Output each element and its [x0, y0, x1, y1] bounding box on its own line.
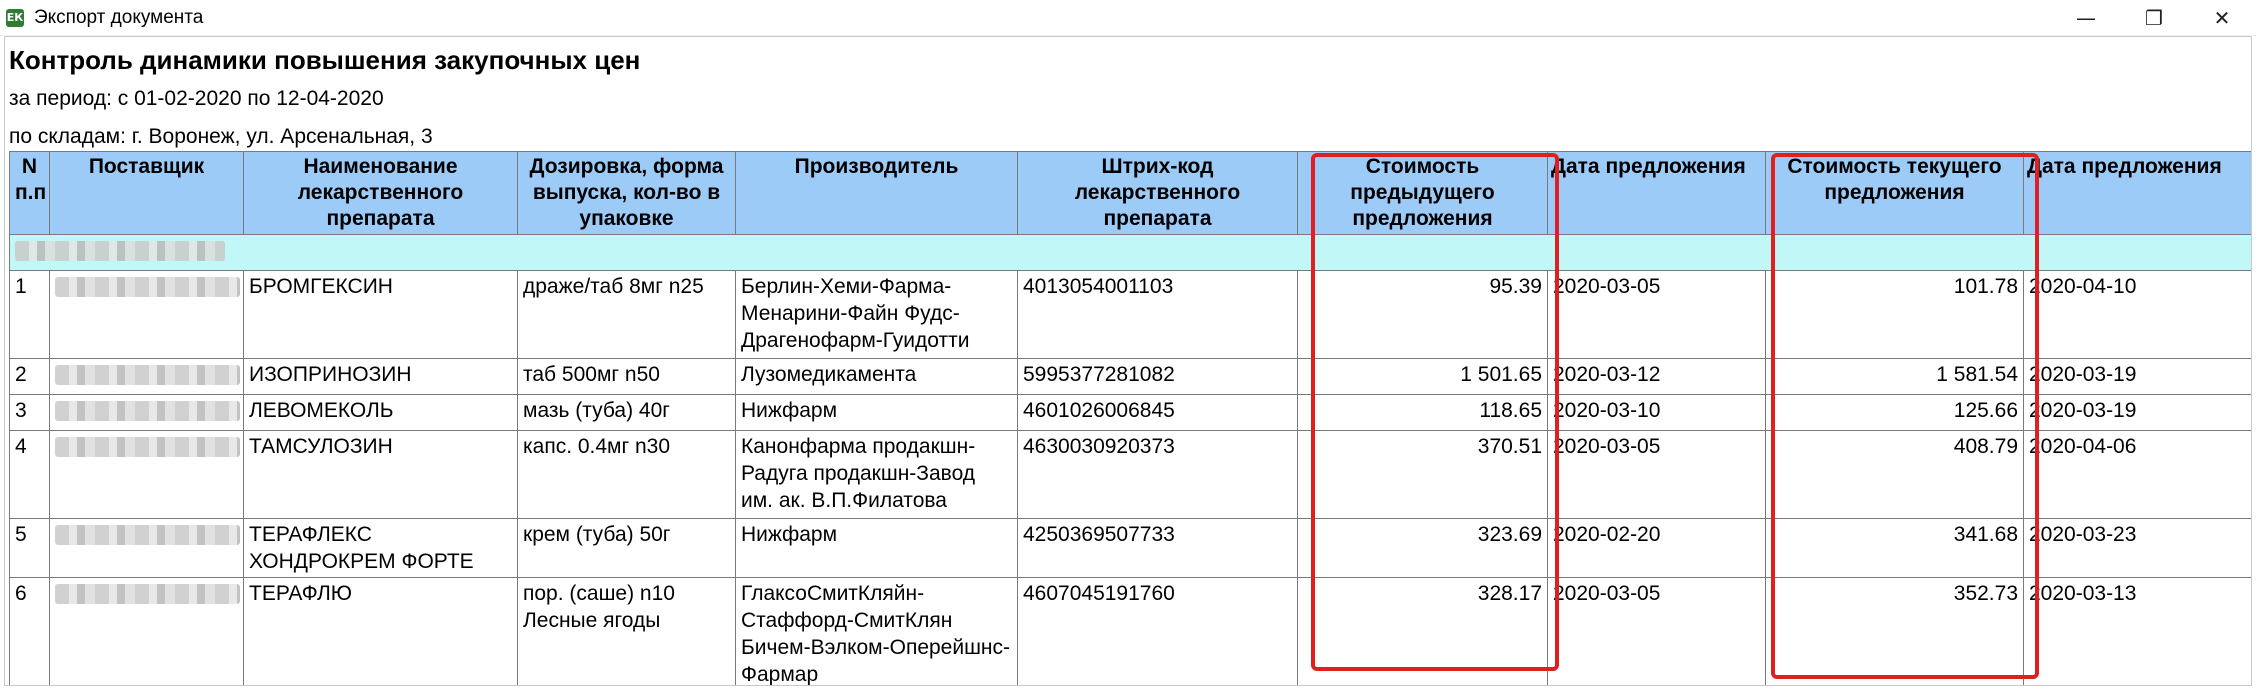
app-icon: ЕК [6, 8, 24, 27]
cell-name: ТЕРАФЛЮ [243, 577, 518, 685]
cell-name: БРОМГЕКСИН [243, 270, 518, 359]
group-cell [9, 234, 2251, 271]
report-warehouses: по складам: г. Воронеж, ул. Арсенальная,… [9, 125, 433, 148]
cell-name: ТЕРАФЛЕКС ХОНДРОКРЕМ ФОРТЕ [243, 518, 518, 578]
cell-cur-date: 2020-04-10 [2023, 270, 2251, 359]
table-row: 1 БРОМГЕКСИН драже/таб 8мг n25 Берлин-Хе… [9, 270, 2251, 359]
col-barcode: Штрих-код лекарственного препарата [1017, 151, 1298, 235]
cell-barcode: 5995377281082 [1017, 358, 1298, 395]
window-title: Экспорт документа [34, 6, 204, 28]
cell-cur-date: 2020-04-06 [2023, 430, 2251, 519]
col-cur-date: Дата предложения [2023, 151, 2251, 235]
redacted-supplier [55, 401, 240, 421]
cell-cur-price: 1 581.54 [1765, 358, 2024, 395]
cell-prev-price: 328.17 [1297, 577, 1548, 685]
cell-cur-date: 2020-03-19 [2023, 394, 2251, 431]
redacted-supplier [55, 365, 240, 385]
cell-barcode: 4250369507733 [1017, 518, 1298, 578]
redacted-supplier [55, 584, 240, 604]
cell-dosage: таб 500мг n50 [517, 358, 736, 395]
cell-supplier [49, 270, 244, 359]
cell-prev-price: 118.65 [1297, 394, 1548, 431]
table-row: 3 ЛЕВОМЕКОЛЬ мазь (туба) 40г Нижфарм 460… [9, 394, 2251, 431]
redacted-supplier [55, 525, 240, 545]
cell-prev-date: 2020-03-05 [1547, 577, 1766, 685]
cell-barcode: 4013054001103 [1017, 270, 1298, 359]
cell-name: ТАМСУЛОЗИН [243, 430, 518, 519]
cell-prev-price: 323.69 [1297, 518, 1548, 578]
cell-prev-date: 2020-03-05 [1547, 430, 1766, 519]
cell-manufacturer: Берлин-Хеми-Фарма-Менарини-Файн Фудс-Дра… [735, 270, 1018, 359]
cell-cur-date: 2020-03-23 [2023, 518, 2251, 578]
cell-dosage: мазь (туба) 40г [517, 394, 736, 431]
col-dosage: Дозировка, форма выпуска, кол-во в упако… [517, 151, 736, 235]
cell-prev-price: 1 501.65 [1297, 358, 1548, 395]
cell-cur-price: 101.78 [1765, 270, 2024, 359]
cell-supplier [49, 518, 244, 578]
cell-prev-date: 2020-03-12 [1547, 358, 1766, 395]
cell-cur-price: 341.68 [1765, 518, 2024, 578]
cell-name: ИЗОПРИНОЗИН [243, 358, 518, 395]
cell-dosage: пор. (саше) n10 Лесные ягоды [517, 577, 736, 685]
cell-supplier [49, 358, 244, 395]
cell-cur-date: 2020-03-19 [2023, 358, 2251, 395]
report-title: Контроль динамики повышения закупочных ц… [9, 45, 641, 75]
cell-prev-price: 95.39 [1297, 270, 1548, 359]
redacted-supplier [55, 437, 240, 457]
cell-manufacturer: Нижфарм [735, 394, 1018, 431]
header-row: N п.п Поставщик Наименование лекарственн… [9, 151, 2251, 235]
cell-manufacturer: Канонфарма продакшн-Радуга продакшн-Заво… [735, 430, 1018, 519]
cell-name: ЛЕВОМЕКОЛЬ [243, 394, 518, 431]
cell-manufacturer: ГлаксоСмитКляйн-Стаффорд-СмитКлян Бичем-… [735, 577, 1018, 685]
group-row [9, 234, 2251, 271]
cell-supplier [49, 430, 244, 519]
cell-cur-price: 125.66 [1765, 394, 2024, 431]
cell-num: 1 [9, 270, 50, 359]
table-row: 4 ТАМСУЛОЗИН капс. 0.4мг n30 Канонфарма … [9, 430, 2251, 519]
title-bar: ЕК Экспорт документа — ❐ ✕ [0, 0, 2256, 36]
cell-cur-price: 352.73 [1765, 577, 2024, 685]
table-row: 5 ТЕРАФЛЕКС ХОНДРОКРЕМ ФОРТЕ крем (туба)… [9, 518, 2251, 578]
col-prev-price: Стоимость предыдущего предложения [1297, 151, 1548, 235]
cell-cur-price: 408.79 [1765, 430, 2024, 519]
cell-supplier [49, 577, 244, 685]
price-table: N п.п Поставщик Наименование лекарственн… [9, 151, 2251, 685]
cell-barcode: 4601026006845 [1017, 394, 1298, 431]
cell-num: 2 [9, 358, 50, 395]
cell-manufacturer: Нижфарм [735, 518, 1018, 578]
cell-num: 6 [9, 577, 50, 685]
col-cur-price: Стоимость текущего предложения [1765, 151, 2024, 235]
col-num: N п.п [9, 151, 50, 235]
col-prev-date: Дата предложения [1547, 151, 1766, 235]
maximize-button[interactable]: ❐ [2120, 0, 2188, 36]
report-period: за период: с 01-02-2020 по 12-04-2020 [9, 87, 384, 110]
cell-dosage: крем (туба) 50г [517, 518, 736, 578]
redacted-supplier [55, 277, 240, 297]
cell-dosage: капс. 0.4мг n30 [517, 430, 736, 519]
col-supplier: Поставщик [49, 151, 244, 235]
cell-prev-date: 2020-03-10 [1547, 394, 1766, 431]
cell-prev-date: 2020-02-20 [1547, 518, 1766, 578]
col-name: Наименование лекарственного препарата [243, 151, 518, 235]
minimize-button[interactable]: — [2052, 0, 2120, 36]
cell-dosage: драже/таб 8мг n25 [517, 270, 736, 359]
redacted-group-name [15, 241, 225, 261]
cell-num: 4 [9, 430, 50, 519]
window-controls: — ❐ ✕ [2052, 0, 2256, 36]
table-row: 2 ИЗОПРИНОЗИН таб 500мг n50 Лузомедикаме… [9, 358, 2251, 395]
table-row: 6 ТЕРАФЛЮ пор. (саше) n10 Лесные ягоды Г… [9, 577, 2251, 685]
cell-supplier [49, 394, 244, 431]
cell-cur-date: 2020-03-13 [2023, 577, 2251, 685]
cell-num: 5 [9, 518, 50, 578]
cell-prev-price: 370.51 [1297, 430, 1548, 519]
cell-manufacturer: Лузомедикамента [735, 358, 1018, 395]
col-manufacturer: Производитель [735, 151, 1018, 235]
cell-barcode: 4607045191760 [1017, 577, 1298, 685]
close-button[interactable]: ✕ [2188, 0, 2256, 36]
cell-prev-date: 2020-03-05 [1547, 270, 1766, 359]
report-area: Контроль динамики повышения закупочных ц… [4, 36, 2252, 686]
cell-barcode: 4630030920373 [1017, 430, 1298, 519]
cell-num: 3 [9, 394, 50, 431]
